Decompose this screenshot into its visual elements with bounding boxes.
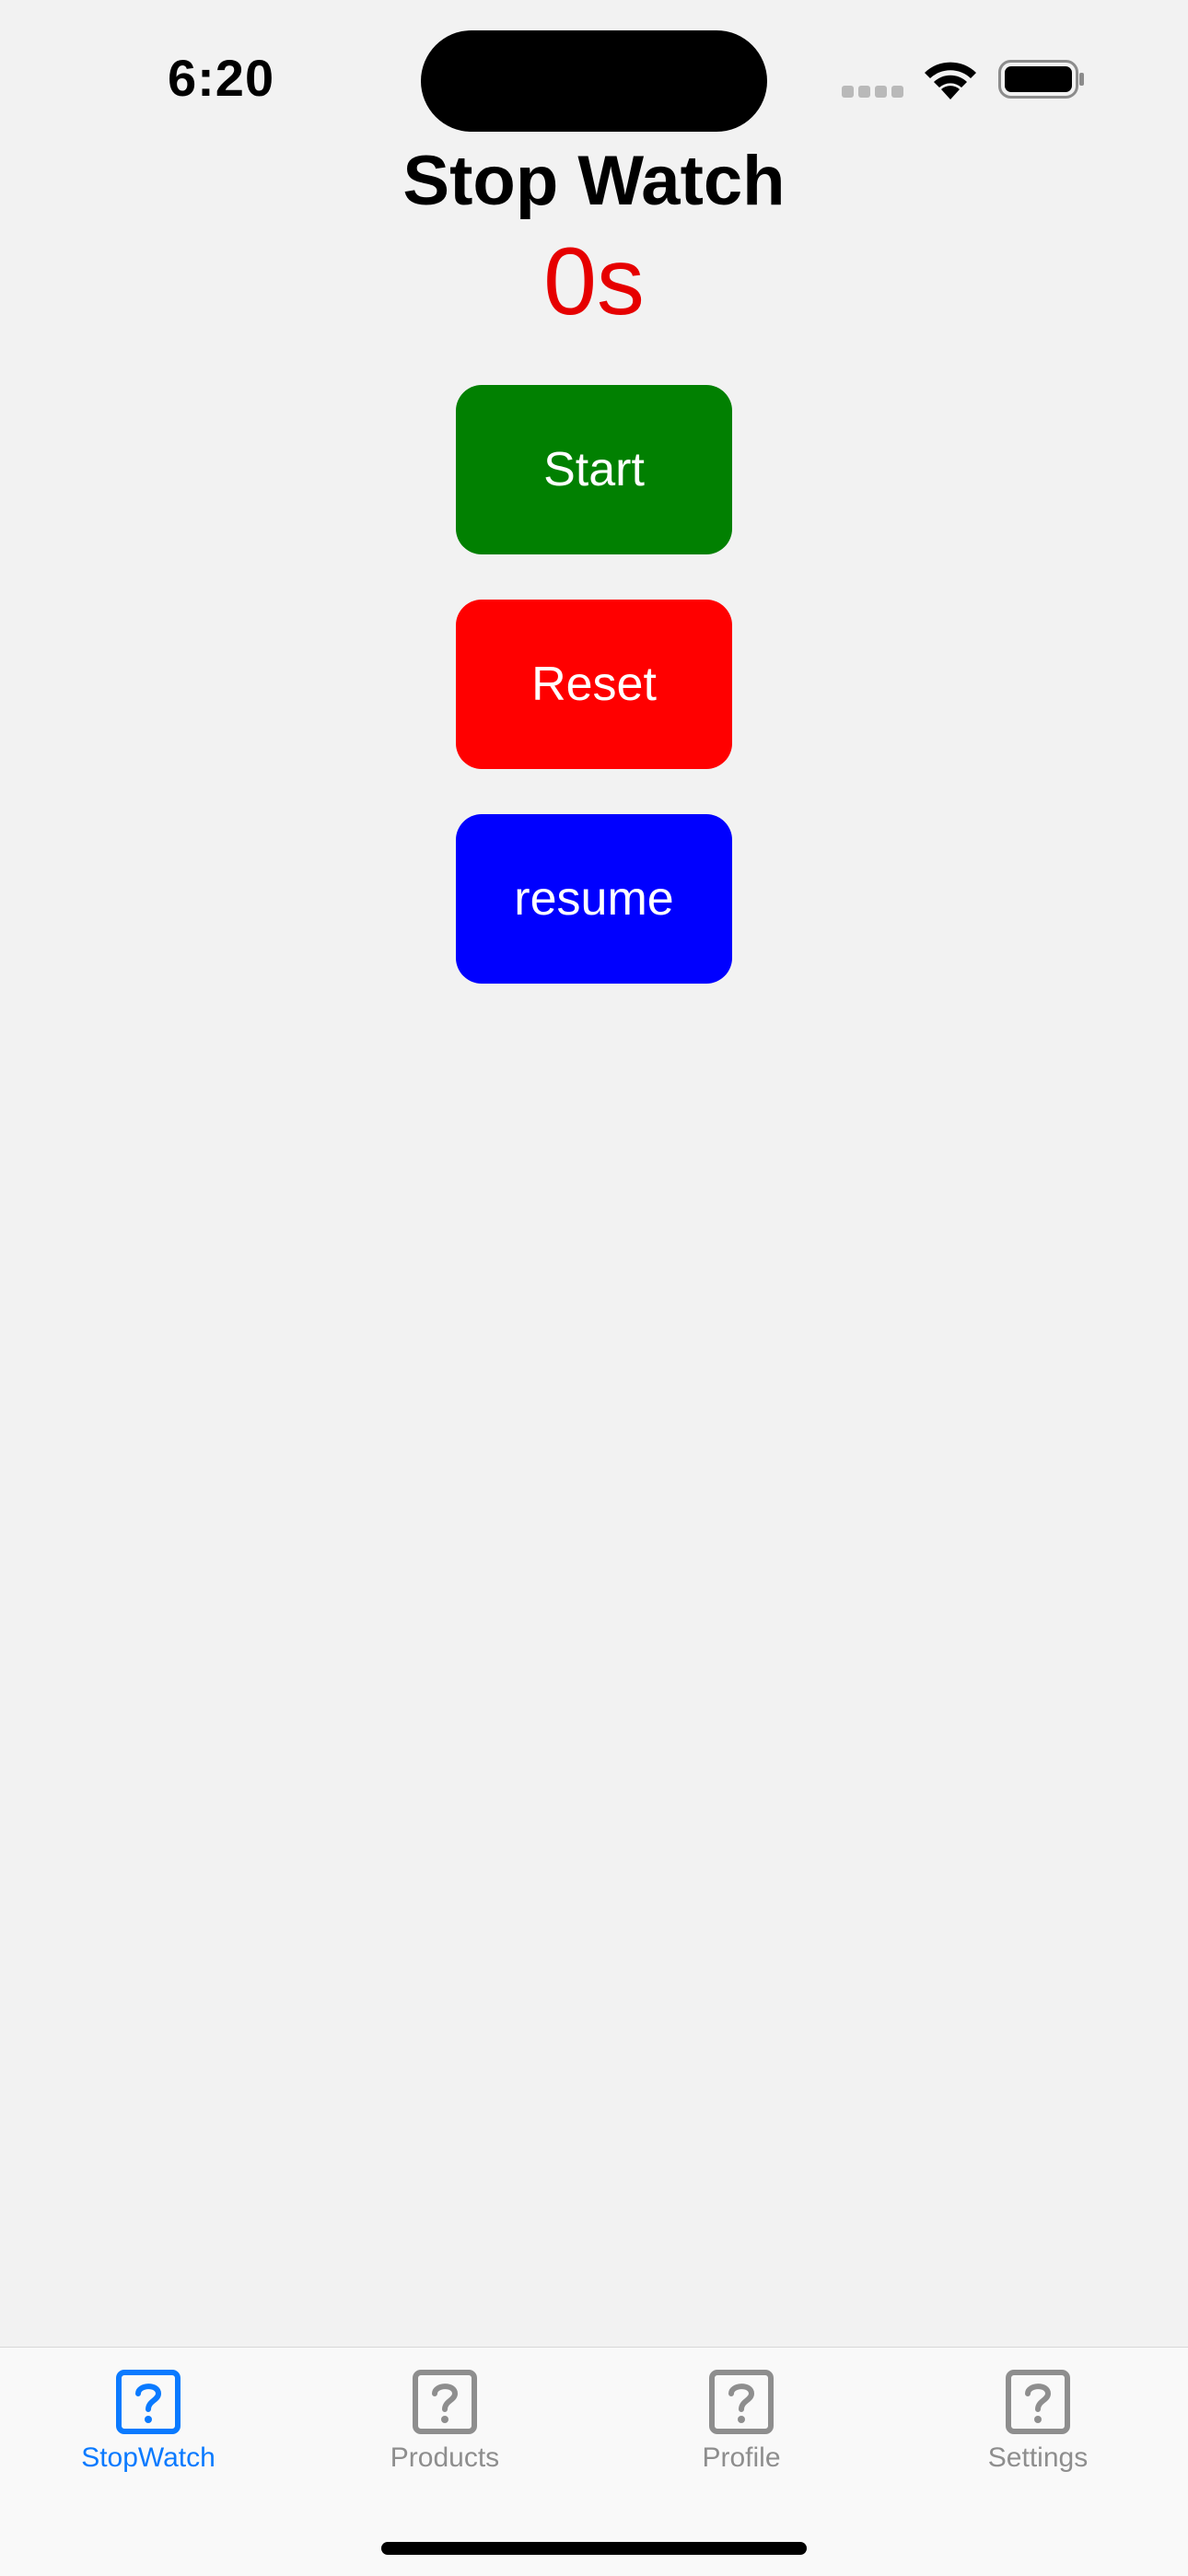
tab-products[interactable]: Products (297, 2348, 593, 2495)
question-square-icon (1006, 2370, 1070, 2434)
tab-label: Profile (702, 2442, 781, 2473)
status-bar: 6:20 (0, 0, 1188, 157)
home-indicator (381, 2542, 807, 2555)
signal-icon (842, 86, 904, 99)
page-title: Stop Watch (402, 142, 786, 220)
tab-label: Products (390, 2442, 500, 2473)
tab-stopwatch[interactable]: StopWatch (0, 2348, 297, 2495)
tab-settings[interactable]: Settings (890, 2348, 1186, 2495)
question-square-icon (413, 2370, 477, 2434)
timer-display: 0s (543, 228, 645, 335)
tab-label: StopWatch (81, 2442, 215, 2473)
battery-icon (998, 60, 1084, 99)
tab-label: Settings (987, 2442, 1089, 2473)
question-square-icon (116, 2370, 181, 2434)
resume-button[interactable]: resume (456, 814, 732, 984)
wifi-icon (925, 62, 976, 99)
status-time: 6:20 (168, 49, 275, 107)
question-square-icon (709, 2370, 774, 2434)
tab-profile[interactable]: Profile (593, 2348, 890, 2495)
reset-button[interactable]: Reset (456, 600, 732, 769)
dynamic-island (421, 30, 767, 132)
start-button[interactable]: Start (456, 385, 732, 554)
